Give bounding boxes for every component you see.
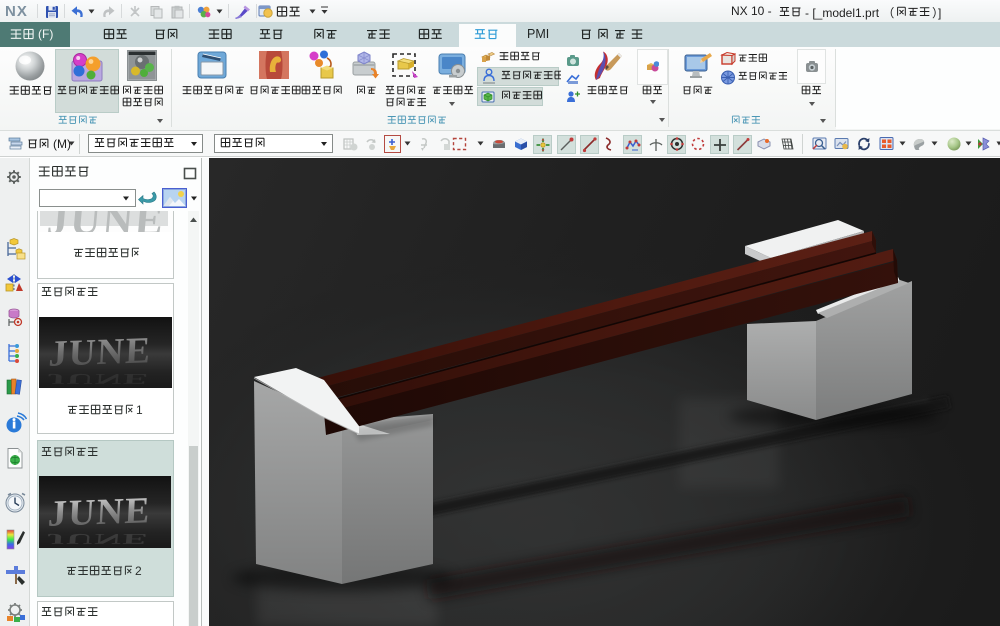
- svg-text:JUNE: JUNE: [46, 371, 150, 387]
- svg-text:JUNE: JUNE: [46, 530, 150, 546]
- svg-text:JUNE: JUNE: [45, 211, 167, 232]
- svg-text:JUNE: JUNE: [47, 490, 152, 534]
- svg-text:JUNE: JUNE: [48, 330, 153, 374]
